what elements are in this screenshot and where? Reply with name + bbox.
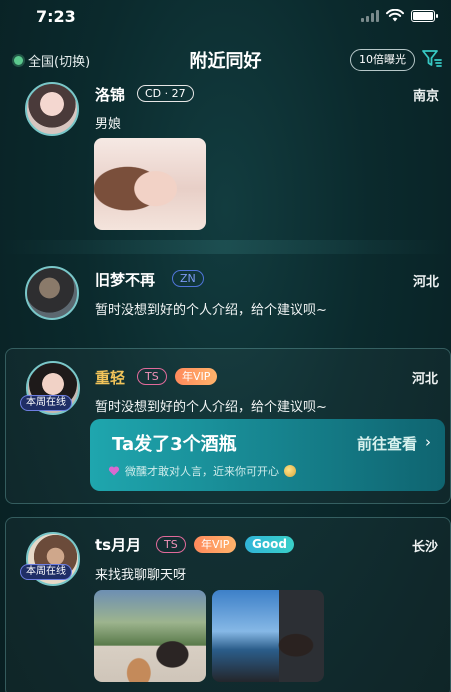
avatar[interactable] bbox=[25, 82, 79, 136]
battery-icon bbox=[411, 9, 438, 22]
user-card[interactable]: 洛锦 CD · 27 南京 男娘 bbox=[0, 80, 451, 240]
user-city: 南京 bbox=[412, 89, 439, 104]
user-city: 河北 bbox=[412, 275, 439, 290]
good-badge: Good bbox=[245, 536, 294, 553]
vip-badge: 年VIP bbox=[194, 536, 237, 553]
location-pin-icon bbox=[14, 56, 23, 65]
exposure-button[interactable]: 10倍曝光 bbox=[350, 49, 415, 71]
user-photo[interactable] bbox=[94, 590, 206, 682]
bottle-subtitle: 微醺才敢对人言，近来你可开心 bbox=[108, 463, 296, 479]
bottle-banner[interactable]: Ta发了3个酒瓶 前往查看 › 微醺才敢对人言，近来你可开心 bbox=[90, 419, 445, 491]
user-card[interactable]: 本周在线 重轻 TS 年VIP 河北 暂时没想到好的个人介绍，给个建议呗~ Ta… bbox=[5, 348, 451, 504]
divider bbox=[0, 240, 451, 254]
coin-icon bbox=[284, 465, 296, 477]
bottle-subtitle-text: 微醺才敢对人言，近来你可开心 bbox=[125, 465, 279, 478]
user-city: 河北 bbox=[411, 372, 438, 387]
view-bottle-link[interactable]: 前往查看 bbox=[357, 433, 417, 454]
chevron-right-icon: › bbox=[425, 433, 431, 451]
online-status-badge: 本周在线 bbox=[20, 395, 72, 411]
bottle-title: Ta发了3个酒瓶 bbox=[112, 434, 237, 455]
wifi-icon bbox=[386, 9, 404, 22]
location-label: 全国(切换) bbox=[28, 55, 91, 70]
status-icons bbox=[361, 9, 438, 22]
status-time: 7:23 bbox=[36, 7, 76, 26]
signal-icon bbox=[361, 9, 379, 22]
user-tag: ZN bbox=[172, 270, 204, 287]
user-card[interactable]: 旧梦不再 ZN 河北 暂时没想到好的个人介绍，给个建议呗~ bbox=[0, 262, 451, 332]
vip-badge: 年VIP bbox=[175, 368, 218, 385]
status-bar: 7:23 bbox=[0, 0, 451, 34]
online-status-badge: 本周在线 bbox=[20, 564, 72, 580]
user-name: 重轻 bbox=[95, 369, 126, 387]
avatar[interactable] bbox=[25, 266, 79, 320]
user-name: ts月月 bbox=[95, 536, 142, 554]
user-name: 洛锦 bbox=[95, 86, 126, 104]
user-tag: CD · 27 bbox=[137, 85, 194, 102]
heart-icon bbox=[108, 466, 120, 476]
user-bio: 暂时没想到好的个人介绍，给个建议呗~ bbox=[95, 303, 327, 318]
user-photo[interactable] bbox=[94, 138, 206, 230]
filter-icon[interactable] bbox=[421, 48, 443, 70]
user-bio: 暂时没想到好的个人介绍，给个建议呗~ bbox=[95, 400, 327, 415]
user-city: 长沙 bbox=[411, 540, 438, 555]
user-name: 旧梦不再 bbox=[95, 271, 156, 289]
header: 全国(切换) 附近同好 10倍曝光 bbox=[0, 44, 451, 76]
user-bio: 来找我聊聊天呀 bbox=[95, 568, 187, 583]
user-tag: TS bbox=[156, 536, 186, 553]
location-switch[interactable]: 全国(切换) bbox=[14, 51, 90, 70]
user-photo[interactable] bbox=[212, 590, 324, 682]
user-bio: 男娘 bbox=[95, 117, 122, 132]
user-tag: TS bbox=[137, 368, 167, 385]
user-card[interactable]: 本周在线 ts月月 TS 年VIP Good 长沙 来找我聊聊天呀 bbox=[5, 517, 451, 692]
